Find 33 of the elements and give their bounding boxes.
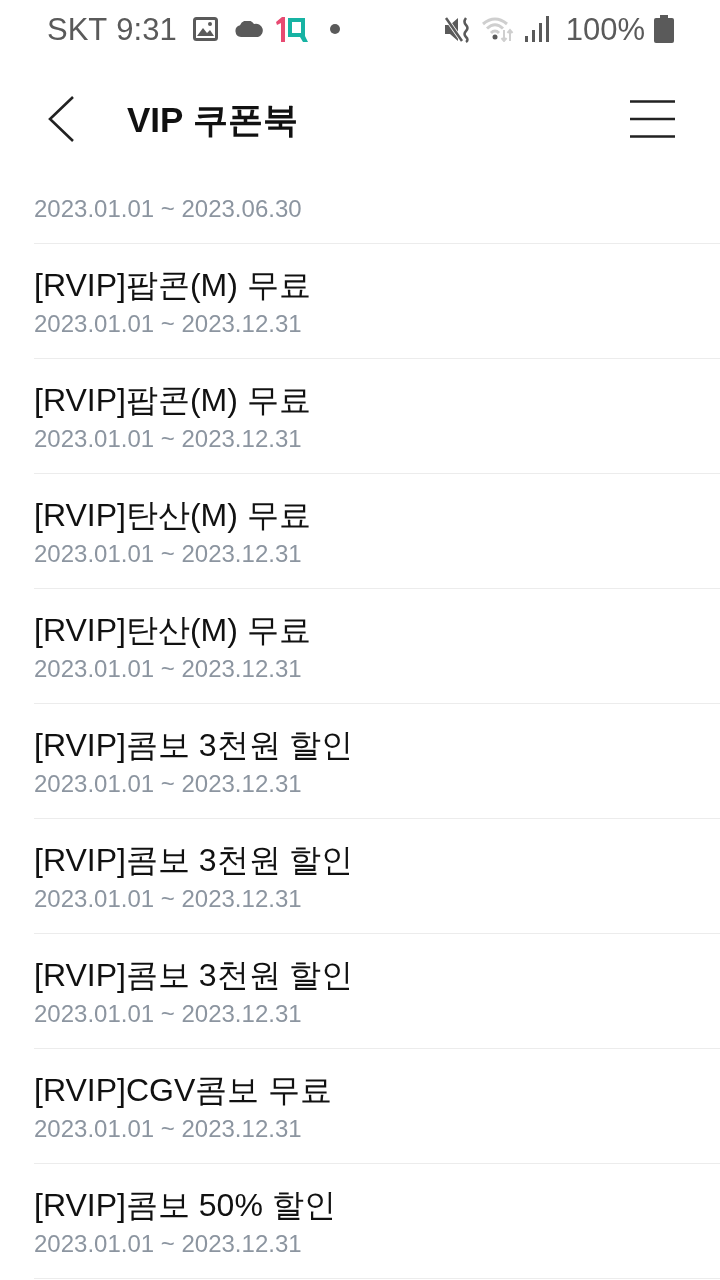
- coupon-period: 2023.01.01 ~ 2023.06.30: [34, 194, 302, 224]
- coupon-title[interactable]: [RVIP]탄산(M) 무료: [34, 610, 311, 650]
- coupon-title[interactable]: [RVIP]탄산(M) 무료: [34, 495, 311, 535]
- coupon-period: 2023.01.01 ~ 2023.12.31: [34, 654, 302, 684]
- page-title: VIP 쿠폰북: [127, 101, 298, 137]
- battery-percent: 100%: [565, 13, 645, 45]
- coupon-title[interactable]: [RVIP]팝콘(M) 무료: [34, 380, 311, 420]
- coupon-period: 2023.01.01 ~ 2023.12.31: [34, 309, 302, 339]
- coupon-period: 2023.01.01 ~ 2023.12.31: [34, 884, 302, 914]
- battery-icon: [654, 15, 674, 43]
- coupon-title[interactable]: [RVIP]콤보 50% 할인: [34, 1185, 336, 1225]
- carrier-name: SKT: [47, 13, 108, 45]
- coupon-title[interactable]: [RVIP]CGV콤보 무료: [34, 1070, 333, 1110]
- coupon-period: 2023.01.01 ~ 2023.12.31: [34, 424, 302, 454]
- coupon-title[interactable]: [RVIP]팝콘(M) 무료: [34, 265, 311, 305]
- coupon-title[interactable]: [RVIP]콤보 3천원 할인: [34, 840, 354, 880]
- signal-icon: [524, 16, 549, 42]
- coupon-period: 2023.01.01 ~ 2023.12.31: [34, 1229, 302, 1259]
- cloud-icon: [234, 21, 264, 37]
- coupon-period: 2023.01.01 ~ 2023.12.31: [34, 999, 302, 1029]
- back-icon: [47, 95, 75, 143]
- coupon-period: 2023.01.01 ~ 2023.12.31: [34, 769, 302, 799]
- menu-icon: [629, 100, 675, 138]
- wifi-icon: [481, 16, 514, 42]
- coupon-period: 2023.01.01 ~ 2023.12.31: [34, 1114, 302, 1144]
- coupon-period: 2023.01.01 ~ 2023.12.31: [34, 539, 302, 569]
- coupon-title[interactable]: [RVIP]콤보 3천원 할인: [34, 955, 354, 995]
- app-logo-icon: [273, 15, 309, 43]
- mute-icon: [443, 15, 472, 43]
- clock-time: 9:31: [116, 13, 177, 45]
- coupon-title[interactable]: [RVIP]콤보 3천원 할인: [34, 725, 354, 765]
- dot-icon: [329, 24, 340, 34]
- image-icon: [192, 17, 218, 41]
